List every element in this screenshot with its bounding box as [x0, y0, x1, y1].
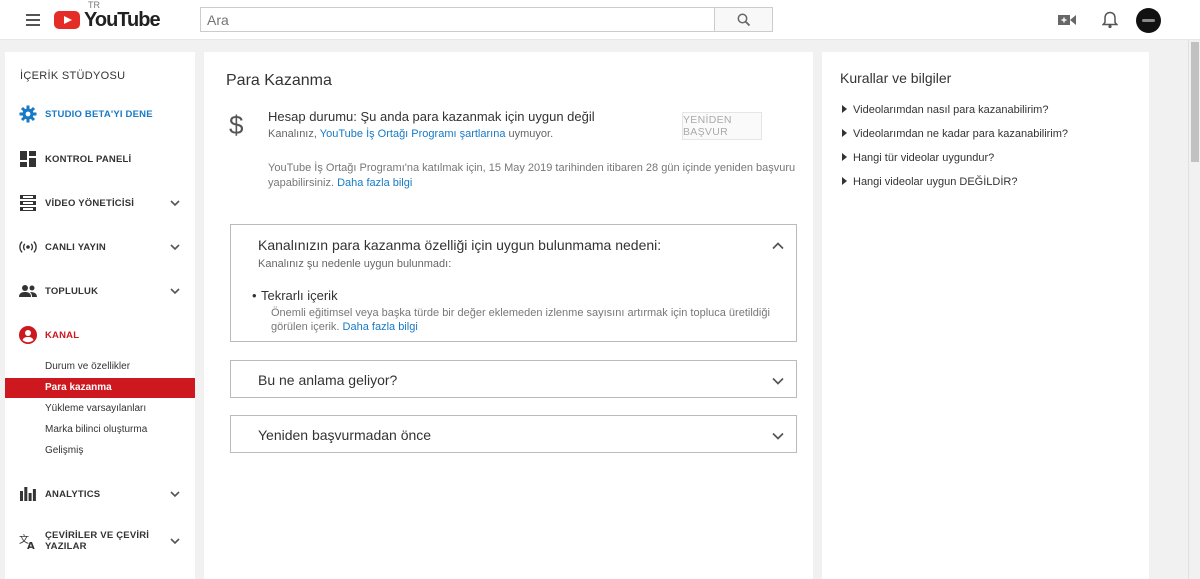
menu-icon[interactable]	[26, 14, 40, 26]
status-text-prefix: Kanalınız,	[268, 128, 320, 140]
bell-icon[interactable]	[1100, 10, 1120, 30]
expand-triangle-icon	[842, 129, 847, 137]
gear-icon	[19, 105, 37, 123]
learn-more-link[interactable]: Daha fazla bilgi	[337, 177, 412, 189]
faq-label: Hangi tür videolar uygundur?	[853, 152, 995, 164]
sidebar-item-label: TOPLULUK	[45, 285, 99, 297]
svg-text:A: A	[27, 541, 35, 549]
avatar-logo	[1142, 19, 1155, 22]
reapply-note: YouTube İş Ortağı Programı'na katılmak i…	[268, 161, 813, 191]
sidebar-item-translations[interactable]: 文A ÇEVİRİLER VE ÇEVİRİ YAZILAR	[5, 526, 195, 556]
faq-item[interactable]: Hangi videolar uygun DEĞİLDİR?	[842, 176, 1017, 188]
chevron-down-icon	[772, 432, 784, 440]
search-button[interactable]	[714, 7, 773, 32]
reason-item: Tekrarlı içerik	[252, 288, 338, 303]
sidebar-item-label: ANALYTICS	[45, 488, 101, 500]
youtube-play-icon	[54, 11, 80, 29]
rules-panel-title: Kurallar ve bilgiler	[840, 70, 952, 86]
sidebar-item-live-streaming[interactable]: CANLI YAYIN	[5, 235, 195, 259]
expand-triangle-icon	[842, 177, 847, 185]
meaning-panel-title: Bu ne anlama geliyor?	[258, 372, 398, 388]
account-circle-icon	[19, 326, 37, 344]
logo-text: YouTube	[84, 8, 161, 31]
top-bar: YouTube TR	[0, 0, 1200, 40]
people-icon	[19, 282, 37, 300]
faq-label: Hangi videolar uygun DEĞİLDİR?	[853, 176, 1018, 188]
search-input[interactable]	[201, 8, 714, 31]
rules-panel: Kurallar ve bilgiler Videolarımdan nasıl…	[822, 52, 1149, 579]
faq-item[interactable]: Hangi tür videolar uygundur?	[842, 152, 994, 164]
upload-video-icon[interactable]	[1057, 10, 1077, 30]
sidebar-sub-branding[interactable]: Marka bilinci oluşturma	[5, 420, 195, 440]
search-icon	[737, 13, 750, 26]
sidebar-item-label: KONTROL PANELİ	[45, 153, 132, 165]
sidebar-item-label: ÇEVİRİLER VE ÇEVİRİ YAZILAR	[45, 530, 150, 552]
sidebar-item-analytics[interactable]: ANALYTICS	[5, 482, 195, 506]
chevron-down-icon	[170, 491, 180, 498]
before-panel-title: Yeniden başvurmadan önce	[258, 427, 432, 443]
dollar-icon: $	[229, 110, 244, 140]
sidebar-item-community[interactable]: TOPLULUK	[5, 279, 195, 303]
expand-triangle-icon	[842, 153, 847, 161]
scrollbar-thumb[interactable]	[1191, 42, 1199, 162]
what-does-this-mean-panel[interactable]: Bu ne anlama geliyor?	[230, 360, 797, 398]
sidebar-sub-label: Marka bilinci oluşturma	[45, 424, 148, 435]
bar-chart-icon	[19, 485, 37, 503]
live-broadcast-icon	[19, 238, 37, 256]
sidebar-sub-upload-defaults[interactable]: Yükleme varsayılanları	[5, 399, 195, 419]
sidebar-sub-monetization[interactable]: Para kazanma	[5, 378, 195, 398]
page-title: Para Kazanma	[226, 72, 332, 89]
faq-item[interactable]: Videolarımdan ne kadar para kazanabiliri…	[842, 128, 1068, 140]
page-scrollbar[interactable]	[1188, 40, 1200, 579]
chevron-down-icon	[170, 244, 180, 251]
search-box	[200, 7, 715, 32]
faq-label: Videolarımdan ne kadar para kazanabiliri…	[853, 128, 1069, 140]
sidebar-item-label: CANLI YAYIN	[45, 241, 106, 253]
chevron-down-icon	[170, 538, 180, 545]
reason-panel-subtitle: Kanalınız şu nedenle uygun bulunmadı:	[258, 258, 452, 270]
sidebar-sub-label: Para kazanma	[45, 382, 112, 393]
sidebar-item-label: KANAL	[45, 329, 80, 341]
sidebar-item-video-manager[interactable]: VİDEO YÖNETİCİSİ	[5, 191, 195, 215]
chevron-down-icon	[772, 377, 784, 385]
reason-description: Önemli eğitimsel veya başka türde bir de…	[271, 306, 796, 334]
account-status-subtitle: Kanalınız, YouTube İş Ortağı Programı şa…	[268, 128, 553, 140]
chevron-down-icon	[170, 200, 180, 207]
reason-panel-title: Kanalınızın para kazanma özelliği için u…	[258, 237, 662, 253]
partner-program-terms-link[interactable]: YouTube İş Ortağı Programı şartlarına	[320, 128, 506, 140]
sidebar-item-studio-beta[interactable]: STUDIO BETA'YI DENE	[5, 102, 195, 126]
sidebar-item-channel[interactable]: KANAL	[5, 323, 195, 347]
sidebar-sub-status[interactable]: Durum ve özellikler	[5, 357, 195, 377]
translate-icon: 文A	[19, 532, 37, 550]
chevron-up-icon[interactable]	[771, 239, 785, 253]
video-list-icon	[19, 194, 37, 212]
sidebar-sub-label: Yükleme varsayılanları	[45, 403, 147, 414]
dashboard-icon	[19, 150, 37, 168]
logo-region: TR	[88, 0, 100, 10]
sidebar-sub-label: Durum ve özellikler	[45, 361, 131, 372]
before-reapplying-panel[interactable]: Yeniden başvurmadan önce	[230, 415, 797, 453]
ineligibility-reason-panel: Kanalınızın para kazanma özelliği için u…	[230, 224, 797, 342]
sidebar-item-label: STUDIO BETA'YI DENE	[45, 108, 153, 120]
expand-triangle-icon	[842, 105, 847, 113]
avatar[interactable]	[1136, 8, 1161, 33]
faq-item[interactable]: Videolarımdan nasıl para kazanabilirim?	[842, 104, 1048, 116]
chevron-down-icon	[170, 288, 180, 295]
studio-sidebar: İÇERİK STÜDYOSU STUDIO BETA'YI DENE KONT…	[5, 52, 195, 579]
reapply-button[interactable]: YENİDEN BAŞVUR	[682, 112, 762, 140]
account-status-title: Hesap durumu: Şu anda para kazanmak için…	[268, 109, 595, 124]
monetization-panel: Para Kazanma $ Hesap durumu: Şu anda par…	[204, 52, 813, 579]
sidebar-item-dashboard[interactable]: KONTROL PANELİ	[5, 147, 195, 171]
sidebar-item-label: VİDEO YÖNETİCİSİ	[45, 197, 135, 209]
sidebar-title: İÇERİK STÜDYOSU	[20, 70, 126, 82]
reason-learn-more-link[interactable]: Daha fazla bilgi	[343, 321, 418, 333]
sidebar-sub-advanced[interactable]: Gelişmiş	[5, 441, 195, 461]
status-text-suffix: uymuyor.	[505, 128, 554, 140]
sidebar-sub-label: Gelişmiş	[45, 445, 84, 456]
faq-label: Videolarımdan nasıl para kazanabilirim?	[853, 104, 1049, 116]
youtube-logo[interactable]: YouTube	[54, 8, 161, 32]
